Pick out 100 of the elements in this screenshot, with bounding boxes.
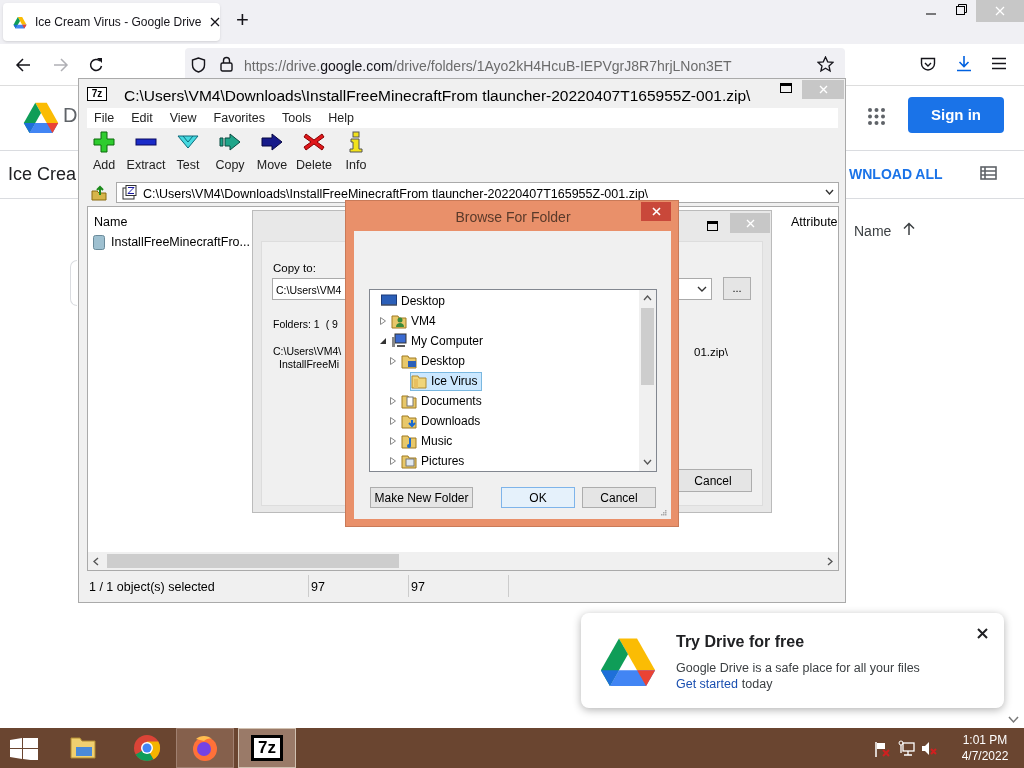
app-icon[interactable]: 7z xyxy=(251,735,283,761)
scroll-up-icon[interactable] xyxy=(643,295,652,301)
info-text: InstallFreeMi xyxy=(279,357,340,372)
toolbar-button[interactable]: Delete xyxy=(295,131,333,175)
clock-time[interactable]: 1:01 PM xyxy=(962,732,1008,748)
star-icon[interactable] xyxy=(817,56,834,73)
close-icon[interactable] xyxy=(209,17,220,27)
tree-item[interactable]: VM4 xyxy=(390,311,441,331)
vertical-scrollbar[interactable] xyxy=(639,290,656,471)
firefox-icon[interactable] xyxy=(190,733,220,763)
scroll-down-icon[interactable] xyxy=(1008,716,1019,724)
toolbar-button[interactable]: Info xyxy=(345,131,367,175)
path-field[interactable]: C:\Users\VM4\Downloads\InstallFreeMinecraftFrom tlauncher-20220407T165955Z-001.zip\ xyxy=(116,182,839,203)
flag-icon[interactable] xyxy=(874,741,890,757)
close-icon[interactable] xyxy=(977,628,988,639)
tree-item[interactable]: My Computer xyxy=(390,331,489,351)
archive-icon xyxy=(122,185,137,200)
sort-arrow-icon[interactable] xyxy=(903,222,915,235)
folder-tree[interactable]: Desktop VM4 My Computer Desktop Ice Virus Documents Downloads Music Pictures xyxy=(369,289,657,472)
close-button[interactable] xyxy=(641,202,671,221)
menu-item[interactable]: File xyxy=(94,108,115,128)
promo-text: Google Drive is a safe place for all your files xyxy=(676,660,920,677)
scroll-left-icon[interactable] xyxy=(93,557,99,566)
tree-item[interactable]: Ice Virus xyxy=(410,371,483,391)
menu-item[interactable]: View xyxy=(169,108,197,128)
menu-item[interactable]: Favorites xyxy=(213,108,265,128)
chrome-icon[interactable] xyxy=(132,733,162,763)
windows-logo-icon[interactable] xyxy=(10,738,38,760)
taskbar-button[interactable]: 7z xyxy=(238,728,296,768)
tree-item[interactable]: Desktop xyxy=(380,291,451,311)
status-text: 1 / 1 object(s) selected xyxy=(87,575,309,597)
delete-icon[interactable] xyxy=(303,131,325,153)
tree-item[interactable]: Pictures xyxy=(400,451,470,471)
download-icon[interactable] xyxy=(956,55,972,72)
status-text: 97 xyxy=(409,575,509,597)
reload-icon[interactable] xyxy=(88,57,104,73)
toolbar-button[interactable]: Copy xyxy=(215,131,245,175)
speaker-muted-icon[interactable] xyxy=(921,741,937,756)
toolbar-button[interactable]: Add xyxy=(92,131,116,175)
column-header[interactable]: Name xyxy=(854,221,892,242)
get-started-link[interactable]: Get started xyxy=(676,675,738,694)
restore-icon[interactable] xyxy=(956,4,967,15)
resize-grip-icon[interactable] xyxy=(660,509,667,516)
pocket-icon[interactable] xyxy=(920,57,936,72)
maximize-icon[interactable] xyxy=(780,83,792,93)
browse-button[interactable]: ... xyxy=(723,277,751,300)
list-view-icon[interactable] xyxy=(980,166,997,180)
app-icon[interactable]: 7z xyxy=(87,87,107,101)
expander-icon[interactable] xyxy=(380,338,386,344)
add-icon[interactable] xyxy=(93,131,115,153)
monitor-icon xyxy=(381,293,397,309)
column-header[interactable]: Name xyxy=(94,213,128,232)
clock-date[interactable]: 4/7/2022 xyxy=(961,748,1009,764)
dialog-button[interactable]: Cancel xyxy=(582,487,656,508)
scroll-right-icon[interactable] xyxy=(827,557,833,566)
drive-logo-text[interactable]: D xyxy=(63,103,78,127)
menu-item[interactable]: Edit xyxy=(131,108,153,128)
folder-icon xyxy=(93,234,105,250)
promo-text: today xyxy=(741,676,773,693)
network-icon[interactable] xyxy=(898,740,916,757)
horizontal-scrollbar[interactable] xyxy=(88,552,838,570)
toolbar-button[interactable]: Test xyxy=(176,131,200,175)
tree-item[interactable]: Documents xyxy=(400,391,487,411)
tree-item[interactable]: Desktop xyxy=(400,351,471,371)
drive-logo-icon[interactable] xyxy=(22,100,60,133)
column-header[interactable]: Attribute xyxy=(791,213,838,232)
toolbar-button[interactable]: Extract xyxy=(126,131,166,175)
menu-item[interactable]: Tools xyxy=(282,108,312,128)
shield-icon[interactable] xyxy=(191,57,206,73)
tree-item[interactable]: Music xyxy=(400,431,458,451)
folder-up-icon[interactable] xyxy=(91,185,107,201)
back-arrow-icon[interactable] xyxy=(15,57,31,73)
move-icon[interactable] xyxy=(261,131,283,153)
dialog-button[interactable]: OK xyxy=(501,487,575,508)
info-text: ( 9 xyxy=(325,317,338,332)
folder-title: Ice Crea xyxy=(8,163,77,186)
scroll-down-icon[interactable] xyxy=(643,459,652,465)
user-folder-icon xyxy=(391,313,407,329)
toolbar-button[interactable]: Move xyxy=(256,131,288,175)
folder-icon xyxy=(411,373,427,389)
dialog-button[interactable]: Make New Folder xyxy=(370,487,473,508)
file-row[interactable]: InstallFreeMinecraftFro... xyxy=(93,233,250,252)
apps-grid-icon[interactable] xyxy=(868,108,885,125)
menu-item[interactable]: Help xyxy=(328,108,354,128)
new-tab-button[interactable]: + xyxy=(236,8,249,32)
tree-item[interactable]: Downloads xyxy=(400,411,486,431)
window-title: C:\Users\VM4\Downloads\InstallFreeMinecraftFrom tlauncher-20220407T165955Z-001.zip\ xyxy=(124,86,751,106)
copy-icon[interactable] xyxy=(219,131,241,153)
folder-icon xyxy=(401,413,417,429)
sign-in-button[interactable]: Sign in xyxy=(908,97,1004,133)
menu-icon[interactable] xyxy=(992,57,1006,70)
scrollbar-thumb[interactable] xyxy=(107,554,399,568)
folder-icon xyxy=(401,453,417,469)
download-all-button[interactable]: WNLOAD ALL xyxy=(849,165,943,183)
browser-tab[interactable]: Ice Cream Virus - Google Drive xyxy=(3,3,220,41)
status-text: 97 xyxy=(309,575,409,597)
folder-icon xyxy=(401,353,417,369)
lock-icon xyxy=(220,56,233,72)
scrollbar-thumb[interactable] xyxy=(641,308,654,385)
maximize-icon[interactable] xyxy=(707,221,718,231)
